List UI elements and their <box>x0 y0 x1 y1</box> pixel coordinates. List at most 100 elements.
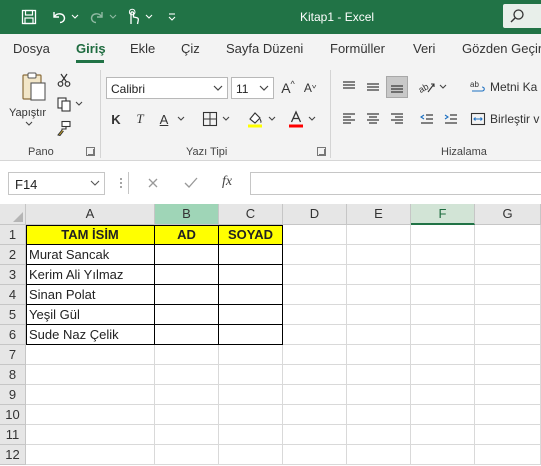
row-header-3[interactable]: 3 <box>0 265 26 285</box>
cell-c6[interactable] <box>219 325 283 345</box>
empty-cell[interactable] <box>347 445 411 465</box>
empty-cell[interactable] <box>283 425 347 445</box>
clipboard-dialog-launcher[interactable] <box>86 147 95 156</box>
row-header-4[interactable]: 4 <box>0 285 26 305</box>
redo-icon[interactable] <box>86 6 108 28</box>
underline-button[interactable]: A <box>154 108 174 130</box>
empty-cell[interactable] <box>347 325 411 345</box>
font-color-icon[interactable] <box>286 108 306 130</box>
cell-a1[interactable]: TAM İSİM <box>26 225 155 245</box>
column-header-a[interactable]: A <box>26 204 155 225</box>
empty-cell[interactable] <box>411 365 475 385</box>
empty-cell[interactable] <box>347 245 411 265</box>
row-header-2[interactable]: 2 <box>0 245 26 265</box>
empty-cell[interactable] <box>475 445 541 465</box>
empty-cell[interactable] <box>475 425 541 445</box>
increase-indent-icon[interactable] <box>440 108 462 130</box>
empty-cell[interactable] <box>347 265 411 285</box>
align-center-icon[interactable] <box>362 108 384 130</box>
row-header-5[interactable]: 5 <box>0 305 26 325</box>
format-painter-icon[interactable] <box>54 118 74 138</box>
empty-cell[interactable] <box>283 225 347 245</box>
tab-giris[interactable]: Giriş <box>76 41 106 56</box>
font-size-dropdown[interactable]: 11 <box>231 77 274 99</box>
empty-cell[interactable] <box>475 345 541 365</box>
font-color-dropdown-icon[interactable] <box>307 114 317 124</box>
redo-dropdown-icon[interactable] <box>108 6 118 28</box>
column-header-d[interactable]: D <box>283 204 347 225</box>
italic-button[interactable]: T <box>130 108 150 130</box>
column-header-b[interactable]: B <box>155 204 219 225</box>
cell-a4[interactable]: Sinan Polat <box>26 285 155 305</box>
empty-cell[interactable] <box>283 405 347 425</box>
cell-c2[interactable] <box>219 245 283 265</box>
cell-c3[interactable] <box>219 265 283 285</box>
empty-cell[interactable] <box>411 305 475 325</box>
empty-cell[interactable] <box>155 385 219 405</box>
row-header-6[interactable]: 6 <box>0 325 26 345</box>
cell-c1[interactable]: SOYAD <box>219 225 283 245</box>
empty-cell[interactable] <box>475 325 541 345</box>
orientation-icon[interactable]: ab <box>416 76 438 98</box>
empty-cell[interactable] <box>347 385 411 405</box>
empty-cell[interactable] <box>283 325 347 345</box>
cell-b2[interactable] <box>155 245 219 265</box>
decrease-indent-icon[interactable] <box>416 108 438 130</box>
empty-cell[interactable] <box>283 285 347 305</box>
empty-cell[interactable] <box>26 365 155 385</box>
customize-toolbar-icon[interactable] <box>165 6 179 28</box>
empty-cell[interactable] <box>411 285 475 305</box>
column-header-c[interactable]: C <box>219 204 283 225</box>
copy-icon[interactable] <box>54 94 74 114</box>
empty-cell[interactable] <box>26 345 155 365</box>
row-header-7[interactable]: 7 <box>0 345 26 365</box>
insert-function-icon[interactable]: fx <box>222 174 232 190</box>
empty-cell[interactable] <box>475 285 541 305</box>
empty-cell[interactable] <box>283 245 347 265</box>
empty-cell[interactable] <box>411 245 475 265</box>
empty-cell[interactable] <box>347 345 411 365</box>
cell-a6[interactable]: Sude Naz Çelik <box>26 325 155 345</box>
underline-dropdown-icon[interactable] <box>176 114 186 124</box>
touch-mode-icon[interactable] <box>122 6 144 28</box>
select-all-button[interactable] <box>0 204 26 225</box>
cell-b4[interactable] <box>155 285 219 305</box>
empty-cell[interactable] <box>411 385 475 405</box>
empty-cell[interactable] <box>411 445 475 465</box>
row-header-11[interactable]: 11 <box>0 425 26 445</box>
align-left-icon[interactable] <box>338 108 360 130</box>
empty-cell[interactable] <box>26 425 155 445</box>
cell-b3[interactable] <box>155 265 219 285</box>
empty-cell[interactable] <box>411 225 475 245</box>
empty-cell[interactable] <box>219 345 283 365</box>
empty-cell[interactable] <box>283 365 347 385</box>
cell-b6[interactable] <box>155 325 219 345</box>
empty-cell[interactable] <box>347 425 411 445</box>
empty-cell[interactable] <box>283 345 347 365</box>
column-header-g[interactable]: G <box>475 204 541 225</box>
column-header-e[interactable]: E <box>347 204 411 225</box>
cell-b1[interactable]: AD <box>155 225 219 245</box>
orientation-dropdown-icon[interactable] <box>438 82 448 92</box>
font-name-dropdown[interactable]: Calibri <box>106 77 228 99</box>
empty-cell[interactable] <box>219 385 283 405</box>
empty-cell[interactable] <box>155 445 219 465</box>
empty-cell[interactable] <box>219 405 283 425</box>
column-header-f[interactable]: F <box>411 204 475 225</box>
empty-cell[interactable] <box>475 365 541 385</box>
save-icon[interactable] <box>18 6 40 28</box>
align-bottom-icon[interactable] <box>386 76 408 98</box>
empty-cell[interactable] <box>475 225 541 245</box>
tab-veri[interactable]: Veri <box>413 41 435 56</box>
empty-cell[interactable] <box>283 305 347 325</box>
empty-cell[interactable] <box>347 225 411 245</box>
touch-mode-dropdown-icon[interactable] <box>144 6 154 28</box>
paste-button[interactable] <box>14 70 54 104</box>
empty-cell[interactable] <box>347 365 411 385</box>
cell-c5[interactable] <box>219 305 283 325</box>
row-header-10[interactable]: 10 <box>0 405 26 425</box>
cell-a5[interactable]: Yeşil Gül <box>26 305 155 325</box>
empty-cell[interactable] <box>219 425 283 445</box>
increase-font-size-button[interactable]: A ^ <box>278 77 298 99</box>
decrease-font-size-button[interactable]: A ^ <box>300 77 320 99</box>
